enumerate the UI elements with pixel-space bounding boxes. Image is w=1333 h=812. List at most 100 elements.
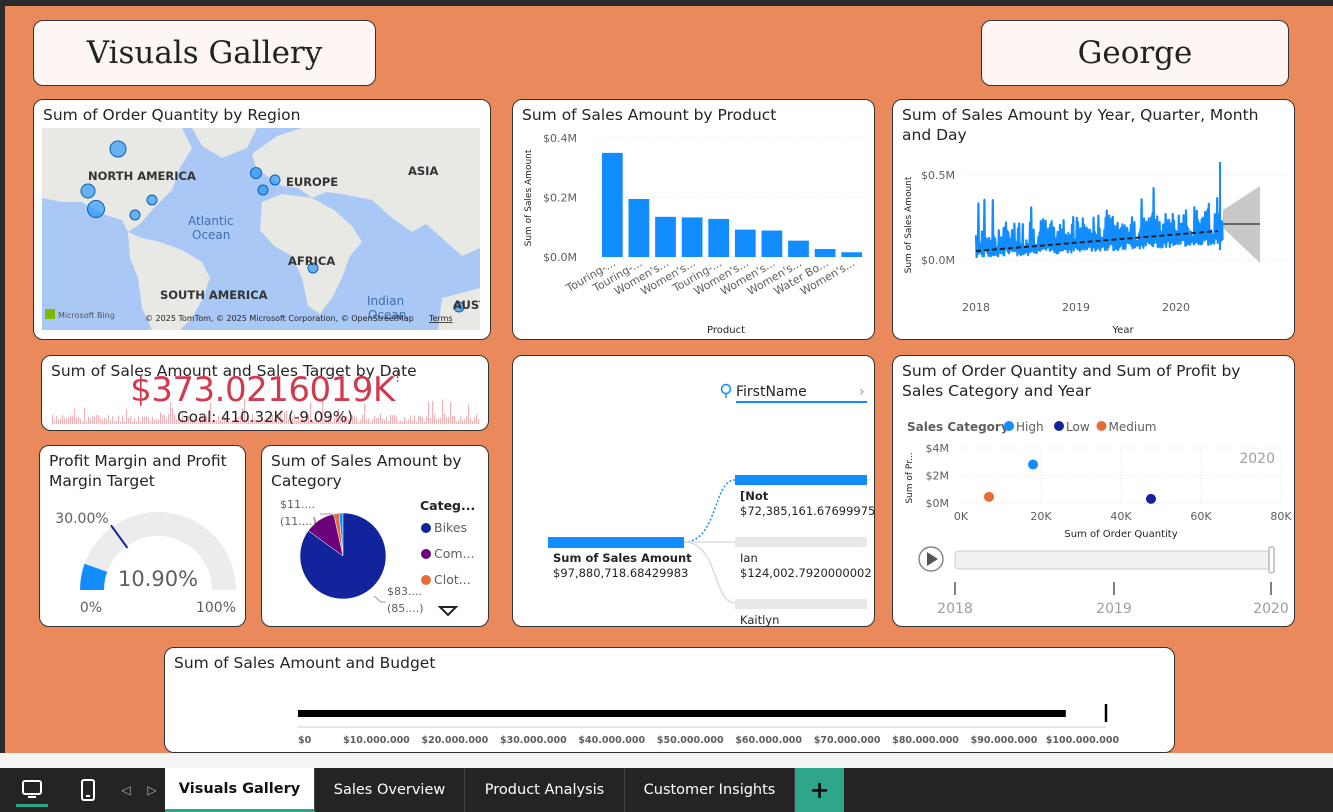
prev-page-button[interactable]: ◁ <box>116 768 136 812</box>
budget-visual[interactable]: Sum of Sales Amount and Budget $0 $10.000… <box>164 647 1175 753</box>
kpi-visual[interactable]: Sum of Sales Amount and Sales Target by … <box>41 355 489 431</box>
play-axis-label: 2020 <box>1253 601 1289 617</box>
chevron-right-icon: › <box>859 384 865 400</box>
map-label-australia: AUST <box>453 298 480 312</box>
next-page-button[interactable]: ▷ <box>142 768 162 812</box>
product-bar[interactable] <box>761 230 783 257</box>
product-xlabel: Product <box>707 325 745 336</box>
bubble-germany <box>269 174 281 186</box>
tab-visuals-gallery[interactable]: Visuals Gallery <box>165 768 315 812</box>
scatter-canvas[interactable]: Sales Category High Low Medium $4M $2M $0M 0K 20… <box>893 356 1295 627</box>
pie-big-label: (85....) <box>387 602 424 615</box>
tab-customer-insights[interactable]: Customer Insights <box>625 768 795 812</box>
ts-xlabel: Year <box>1111 325 1134 336</box>
decomp-node-label: Kaitlyn <box>740 613 779 627</box>
chevron-right-icon: ▷ <box>147 783 157 797</box>
decomp-root-label: Sum of Sales Amount <box>553 551 692 565</box>
pie-legend-dot <box>421 575 431 585</box>
pie-legend-label: Clot... <box>434 572 471 587</box>
canvas-bottom-strip <box>0 753 1333 768</box>
bubble-uk <box>250 167 262 179</box>
product-bar[interactable] <box>601 152 623 257</box>
product-bar[interactable] <box>788 240 809 257</box>
decomp-root-bar <box>548 537 684 548</box>
play-axis-handle[interactable] <box>1268 546 1275 574</box>
budget-xtick: $80.000.000 <box>892 735 959 746</box>
map-canvas[interactable]: NORTH AMERICA EUROPE ASIA AFRICA SOUTH A… <box>42 128 480 330</box>
desktop-view-button[interactable] <box>10 768 54 812</box>
product-bar[interactable] <box>655 216 676 257</box>
pie-small-label: (11....) <box>280 515 317 528</box>
product-bar[interactable] <box>628 198 650 257</box>
product-bar[interactable] <box>681 217 703 257</box>
scatter-legend-label: High <box>1016 420 1044 434</box>
budget-xtick: $60.000.000 <box>735 735 802 746</box>
monitor-icon <box>22 780 42 798</box>
product-bar[interactable] <box>841 252 863 257</box>
page-title-card: Visuals Gallery <box>33 20 376 86</box>
map-visual[interactable]: Sum of Order Quantity by Region NORTH AM… <box>33 99 491 340</box>
decomposition-tree[interactable]: FirstName › Sum of Sales Amount $97,880,718… <box>512 355 875 627</box>
scatter-visual[interactable]: Sum of Order Quantity and Sum of Profit … <box>892 355 1295 627</box>
decomp-node-label: Ian <box>740 551 758 565</box>
map-label-africa: AFRICA <box>288 254 335 268</box>
page-tab-bar: ◁ ▷ Visuals Gallery Sales Overview Produ… <box>0 768 1333 812</box>
ts-ytick: $0.5M <box>921 169 955 182</box>
bubble-us-east <box>146 194 158 206</box>
tab-product-analysis[interactable]: Product Analysis <box>465 768 625 812</box>
gauge-min-label: 0% <box>80 600 102 616</box>
bubble-us-west-2 <box>87 200 105 218</box>
scatter-point[interactable] <box>1028 459 1038 470</box>
timeseries-canvas[interactable]: $0.5M $0.0M Sum of Sales Amount 2018 2019 202… <box>893 100 1295 340</box>
map-label-atlantic-ocean: Ocean <box>192 228 230 242</box>
map-title: Sum of Order Quantity by Region <box>43 106 301 124</box>
scatter-ytick: $0M <box>926 497 950 510</box>
map-label-europe: EUROPE <box>286 175 338 189</box>
pie-visual[interactable]: Sum of Sales Amount by Category $11....(… <box>261 445 489 627</box>
budget-canvas: $0 $10.000.000 $20.000.000 $30.000.000 $40.0… <box>298 704 1120 746</box>
pie-canvas[interactable]: $11.... (11....) $83.... (85....) Categ... Bi… <box>262 446 489 627</box>
pie-small-label: $11.... <box>280 498 315 511</box>
timeseries-chart[interactable]: Sum of Sales Amount by Year, Quarter, Mo… <box>892 99 1295 340</box>
report-app: Visuals Gallery George Sum of Order Quan… <box>0 0 1333 812</box>
map-label-indian: Indian <box>367 294 404 308</box>
map-label-north-america: NORTH AMERICA <box>88 169 196 183</box>
decomp-node-value: $72,385,161.67699975 <box>740 504 875 518</box>
product-bar-chart[interactable]: Sum of Sales Amount by Product $0.4M $0.2… <box>512 99 875 340</box>
scatter-point[interactable] <box>1146 493 1156 504</box>
gauge-canvas: 10.90% 30.00% 0% 100% <box>55 511 236 616</box>
scatter-legend-label: Low <box>1066 420 1090 434</box>
tab-label: Visuals Gallery <box>178 780 301 797</box>
gauge-visual[interactable]: Profit Margin and Profit Margin Target 1… <box>39 445 246 627</box>
user-name-card: George <box>981 20 1289 86</box>
report-canvas: Visuals Gallery George Sum of Order Quan… <box>5 6 1333 753</box>
decomp-node-label: [Not <box>740 489 769 503</box>
product-bar[interactable] <box>734 229 756 257</box>
map-bing: Microsoft Bing <box>58 311 115 320</box>
decomp-node-track <box>735 537 867 547</box>
budget-xtick: $30.000.000 <box>500 735 567 746</box>
product-bar[interactable] <box>708 218 730 257</box>
product-ylabel: Sum of Sales Amount <box>524 149 534 246</box>
product-chart-canvas[interactable]: $0.4M$0.2M$0.0MSum of Sales AmountTourin… <box>513 100 875 340</box>
add-page-button[interactable]: + <box>795 768 844 812</box>
product-ytick: $0.2M <box>543 192 577 205</box>
budget-xtick: $70.000.000 <box>814 735 881 746</box>
decomp-canvas[interactable]: FirstName › Sum of Sales Amount$97,880,718… <box>513 356 875 627</box>
kpi-value: $373.0216019K <box>130 370 395 410</box>
scatter-legend-label: Medium <box>1109 420 1157 434</box>
tab-sales-overview[interactable]: Sales Overview <box>315 768 465 812</box>
scatter-ytick: $2M <box>926 470 950 483</box>
product-bar[interactable] <box>814 248 836 257</box>
scatter-legend-dot <box>1054 421 1064 431</box>
page-title: Visuals Gallery <box>86 35 323 71</box>
map-label-south-america: SOUTH AMERICA <box>160 288 268 302</box>
pie-legend-label: Bikes <box>434 520 467 535</box>
product-ytick: $0.4M <box>543 132 577 145</box>
scatter-year-watermark: 2020 <box>1239 451 1275 467</box>
map-label-atlantic: Atlantic <box>188 214 234 228</box>
scatter-point[interactable] <box>984 491 994 502</box>
bing-logo-icon <box>45 309 55 319</box>
pie-legend-dot <box>421 549 431 559</box>
mobile-view-button[interactable] <box>66 768 110 812</box>
